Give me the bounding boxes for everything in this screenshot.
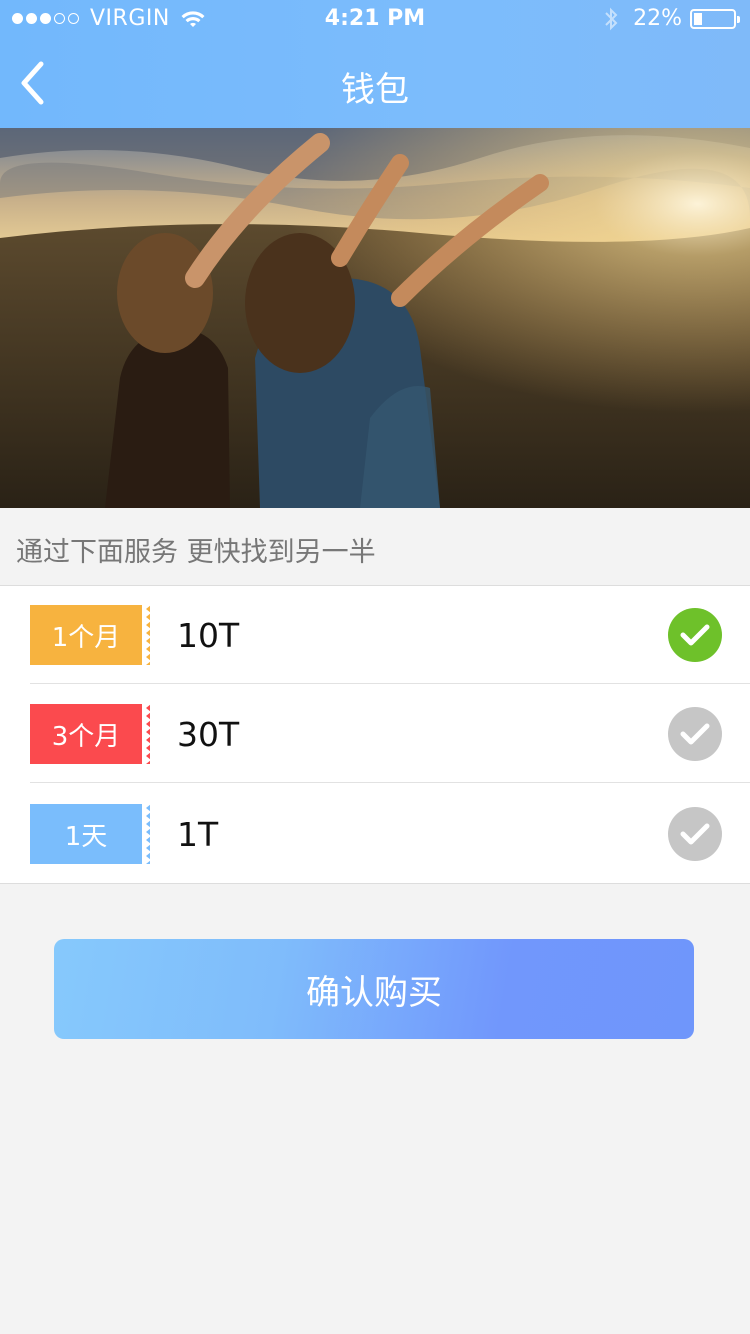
nav-bar: 钱包: [0, 40, 750, 128]
plan-amount: 30T: [177, 715, 240, 754]
plan-amount: 1T: [177, 815, 219, 854]
battery-level: [694, 12, 702, 25]
confirm-purchase-button[interactable]: 确认购买: [54, 939, 694, 1039]
plan-tag: 1个月: [30, 605, 151, 665]
check-circle-icon[interactable]: [668, 807, 722, 861]
plan-row[interactable]: 1天 1T: [0, 785, 750, 883]
plan-tag-label: 1天: [64, 821, 108, 852]
plan-tag-label: 1个月: [51, 622, 121, 653]
plan-row[interactable]: 3个月 30T: [0, 685, 750, 783]
plan-row[interactable]: 1个月 10T: [0, 586, 750, 684]
status-bar: VIRGIN 4:21 PM 22%: [0, 0, 750, 40]
ticket-edge-icon: [142, 804, 151, 864]
plan-amount: 10T: [177, 616, 240, 655]
plan-tag: 3个月: [30, 704, 151, 764]
plan-tag: 1天: [30, 804, 151, 864]
banner-photo: [0, 128, 750, 508]
header: VIRGIN 4:21 PM 22% 钱包: [0, 0, 750, 128]
service-hint: 通过下面服务 更快找到另一半: [16, 537, 376, 568]
bluetooth-icon: [605, 7, 618, 30]
banner-illustration: [0, 128, 750, 508]
plan-tag-label: 3个月: [51, 721, 121, 752]
check-circle-icon[interactable]: [668, 707, 722, 761]
page-title: 钱包: [341, 70, 409, 110]
ticket-edge-icon: [142, 605, 151, 665]
plan-list: 1个月 10T 3个月 30T 1天 1T: [0, 585, 750, 884]
battery-icon: [690, 8, 740, 29]
ticket-edge-icon: [142, 704, 151, 764]
check-circle-icon[interactable]: [668, 608, 722, 662]
row-divider: [30, 782, 750, 783]
battery-percentage: 22%: [633, 6, 682, 31]
row-divider: [30, 683, 750, 684]
